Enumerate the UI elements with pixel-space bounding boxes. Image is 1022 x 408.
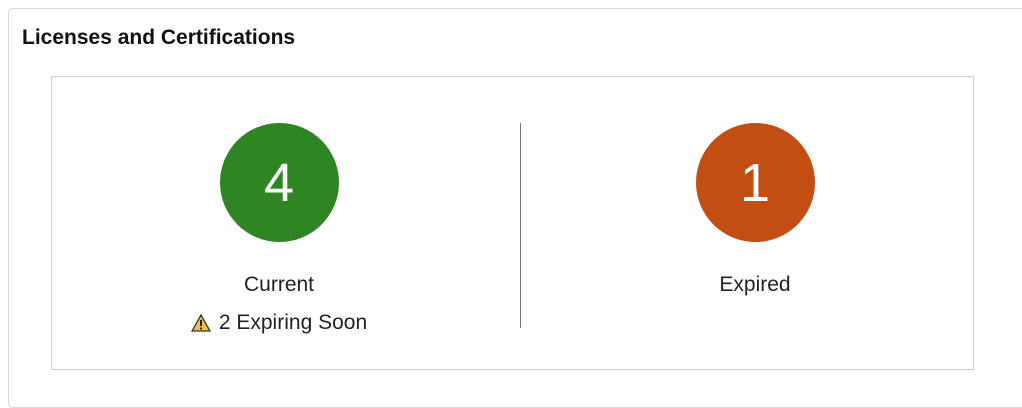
warning-triangle-icon bbox=[190, 314, 211, 332]
expired-count-badge[interactable]: 1 bbox=[695, 123, 815, 242]
expiring-soon-indicator[interactable]: 2 Expiring Soon bbox=[129, 309, 429, 337]
expiring-soon-text: 2 Expiring Soon bbox=[218, 311, 368, 334]
current-licenses-stat[interactable]: 4 Current 2 Expiring Soon bbox=[129, 123, 429, 337]
expired-licenses-stat[interactable]: 1 Expired bbox=[605, 123, 905, 299]
panel-title: Licenses and Certifications bbox=[22, 26, 296, 49]
current-label: Current bbox=[243, 273, 315, 296]
license-summary-box: 4 Current 2 Expiring Soon 1 Expired bbox=[51, 76, 974, 370]
summary-divider bbox=[520, 123, 521, 328]
current-count-badge[interactable]: 4 bbox=[219, 123, 339, 242]
expired-label: Expired bbox=[719, 273, 791, 296]
